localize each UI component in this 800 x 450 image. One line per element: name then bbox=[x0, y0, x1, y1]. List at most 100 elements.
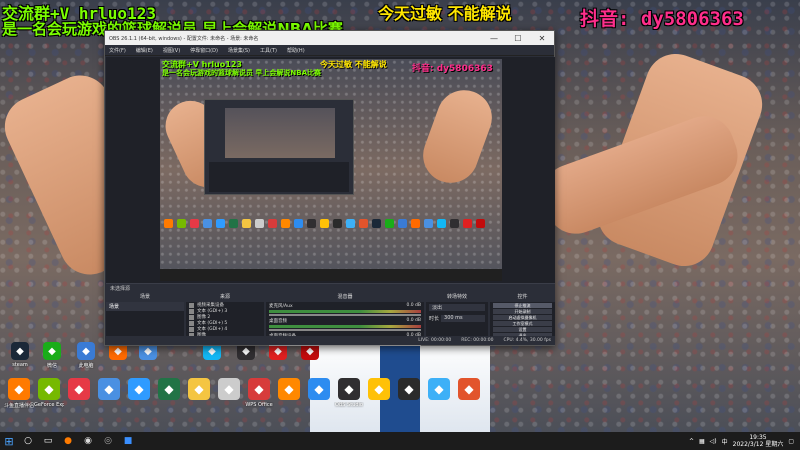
mixer-dock: 混音器 麦克风/Aux0.0 dB桌面音频0.0 dB桌面音频设备0.0 dB bbox=[266, 293, 424, 346]
maximize-icon[interactable]: ☐ bbox=[506, 34, 530, 43]
windows-start-icon[interactable]: ⊞ bbox=[0, 432, 18, 450]
camera-icon bbox=[189, 302, 194, 308]
cloud-icon: ◆ bbox=[428, 378, 450, 400]
preview-mini-icon bbox=[411, 219, 420, 228]
obs-status-bar: LIVE: 00:00:00 REC: 00:00:00 CPU: 4.4%, … bbox=[106, 336, 555, 345]
text-icon bbox=[189, 320, 194, 326]
taskbar-app-icon[interactable]: ◉ bbox=[78, 432, 98, 450]
mixer-channel: 桌面音频 0.0 dB bbox=[266, 317, 424, 332]
tv-icon: ◆ bbox=[368, 378, 390, 400]
volume-meter bbox=[269, 325, 421, 328]
preview-mini-icon bbox=[385, 219, 394, 228]
obs-preview-area[interactable]: 交流群+V hrluo123 是一名会玩游戏的篮球解说员 早上会解说NBA比赛 … bbox=[106, 57, 555, 283]
menu-edit[interactable]: 编辑(E) bbox=[136, 47, 153, 54]
desktop-icon-label: OBS Studio bbox=[335, 402, 363, 408]
mixer-dock-title: 混音器 bbox=[266, 293, 424, 302]
desktop-icon[interactable]: ◆ bbox=[212, 378, 246, 402]
desktop-icon-label: 斗鱼直播伴侣 bbox=[4, 403, 34, 409]
desktop-icon-label: 此电脑 bbox=[78, 363, 94, 369]
obs2-icon: ◆ bbox=[338, 378, 360, 400]
volume-meter bbox=[269, 310, 421, 313]
menu-view[interactable]: 视图(V) bbox=[163, 47, 180, 54]
obs-menubar: 文件(F) 编辑(E) 视图(V) 停靠窗口(D) 场景集(S) 工具(T) 帮… bbox=[105, 45, 554, 56]
preview-mini-icon bbox=[177, 219, 186, 228]
mixer-channel-db: 0.0 dB bbox=[406, 303, 421, 308]
preview-desktop-icons bbox=[160, 219, 502, 264]
desktop-icon[interactable]: ◆ bbox=[452, 378, 486, 402]
preview-douyin-text: 抖音: dy5806363 bbox=[412, 64, 493, 74]
desktop-icon[interactable]: ◆ bbox=[272, 378, 306, 402]
desktop-icon[interactable]: ◆ bbox=[302, 378, 336, 402]
settings-button[interactable]: 设置 bbox=[493, 327, 552, 332]
taskview-icon[interactable]: ▭ bbox=[38, 432, 58, 450]
preview-mini-icon bbox=[203, 219, 212, 228]
menu-help[interactable]: 帮助(H) bbox=[287, 47, 305, 54]
desktop-icon-label: GeForce Experience bbox=[34, 402, 64, 408]
obs-taskbar-icon[interactable]: ◎ bbox=[98, 432, 118, 450]
taskbar-clock[interactable]: 19:35 2022/3/12 星期六 bbox=[733, 434, 784, 448]
preview-mini-icon bbox=[333, 219, 342, 228]
menu-file[interactable]: 文件(F) bbox=[109, 47, 126, 54]
desktop-icon[interactable]: ◆ steam bbox=[4, 342, 36, 368]
desktop-icon[interactable]: ◆ bbox=[122, 378, 156, 402]
desktop-icon[interactable]: ◆ GeForce Experience bbox=[32, 378, 66, 408]
desktop-icon[interactable]: ◆ bbox=[392, 378, 426, 402]
scene-item[interactable]: 场景 bbox=[106, 302, 184, 311]
desktop-icon[interactable]: ◆ 斗鱼直播伴侣 bbox=[2, 378, 36, 409]
transition-duration-input[interactable]: 300 ms bbox=[441, 315, 485, 322]
volume-slider[interactable] bbox=[269, 329, 421, 331]
obs-titlebar[interactable]: OBS 26.1.1 (64-bit, windows) - 配置文件: 未命名… bbox=[105, 31, 554, 45]
desktop-icon[interactable]: ◆ bbox=[62, 378, 96, 402]
clock-date: 2022/3/12 星期六 bbox=[732, 441, 784, 448]
obs-window[interactable]: OBS 26.1.1 (64-bit, windows) - 配置文件: 未命名… bbox=[104, 30, 555, 346]
menu-tools[interactable]: 工具(T) bbox=[260, 47, 277, 54]
scenes-dock-title: 场景 bbox=[106, 293, 184, 302]
preview-taskbar bbox=[160, 269, 502, 281]
live-status: LIVE: 00:00:00 bbox=[418, 338, 452, 343]
desktop-icon[interactable]: ◆ OBS Studio bbox=[332, 378, 366, 408]
browser-icon[interactable]: ● bbox=[58, 432, 78, 450]
preview-hand-right bbox=[415, 82, 500, 191]
taskbar: ⊞ ○ ▭ ● ◉ ◎ ■ ^ ▦ ◁) 中 19:35 2022/3/12 星… bbox=[0, 432, 800, 450]
studio-mode-button[interactable]: 工作室模式 bbox=[493, 321, 552, 326]
preview-mini-icon bbox=[398, 219, 407, 228]
obs-dock-header: 未选择源 bbox=[106, 283, 555, 293]
preview-mini-icon bbox=[320, 219, 329, 228]
preview-mini-icon bbox=[190, 219, 199, 228]
preview-mini-icon bbox=[424, 219, 433, 228]
close-icon[interactable]: ✕ bbox=[530, 34, 554, 43]
preview-mini-icon bbox=[242, 219, 251, 228]
menu-docks[interactable]: 停靠窗口(D) bbox=[190, 47, 218, 54]
stop-streaming-button[interactable]: 停止推流 bbox=[493, 303, 552, 308]
notification-icon[interactable]: ▢ bbox=[788, 438, 794, 445]
clock-time: 19:35 bbox=[749, 434, 767, 441]
desktop-icon[interactable]: ◆ bbox=[152, 378, 186, 402]
volume-slider[interactable] bbox=[269, 314, 421, 316]
kugou-icon: ◆ bbox=[128, 378, 150, 400]
taskbar-blue-app-icon[interactable]: ■ bbox=[118, 432, 138, 450]
volume-tray-icon[interactable]: ◁) bbox=[710, 438, 717, 445]
search-icon[interactable]: ○ bbox=[18, 432, 38, 450]
desktop-icon-label: WPS Office bbox=[245, 402, 273, 408]
desktop-icon[interactable]: ◆ bbox=[182, 378, 216, 402]
desktop-icon[interactable]: ◆ bbox=[422, 378, 456, 402]
network-tray-icon[interactable]: ▦ bbox=[699, 438, 705, 445]
preview-mini-icon bbox=[476, 219, 485, 228]
desktop-icon[interactable]: ◆ WPS Office bbox=[242, 378, 276, 408]
start-recording-button[interactable]: 开始录制 bbox=[493, 309, 552, 314]
preview-mini-icon bbox=[216, 219, 225, 228]
menu-profile[interactable]: 场景集(S) bbox=[228, 47, 250, 54]
tray-chevron-icon[interactable]: ^ bbox=[689, 438, 694, 445]
start-virtual-camera-button[interactable]: 启动虚拟摄像机 bbox=[493, 315, 552, 320]
transition-type-select[interactable]: 淡出 bbox=[429, 304, 485, 311]
desktop-icon[interactable]: ◆ 微信 bbox=[36, 342, 68, 369]
desktop-icon[interactable]: ◆ 此电脑 bbox=[70, 342, 102, 369]
transition-duration-label: 时长 bbox=[429, 316, 440, 322]
minimize-icon[interactable]: — bbox=[482, 34, 506, 43]
desktop-icon[interactable]: ◆ bbox=[92, 378, 126, 402]
obs-preview-canvas[interactable]: 交流群+V hrluo123 是一名会玩游戏的篮球解说员 早上会解说NBA比赛 … bbox=[160, 59, 502, 281]
desktop-icon[interactable]: ◆ bbox=[362, 378, 396, 402]
ime-tray-icon[interactable]: 中 bbox=[722, 437, 728, 446]
transitions-dock: 转场特效 淡出 时长 300 ms bbox=[426, 293, 488, 336]
preview-mini-icon bbox=[307, 219, 316, 228]
